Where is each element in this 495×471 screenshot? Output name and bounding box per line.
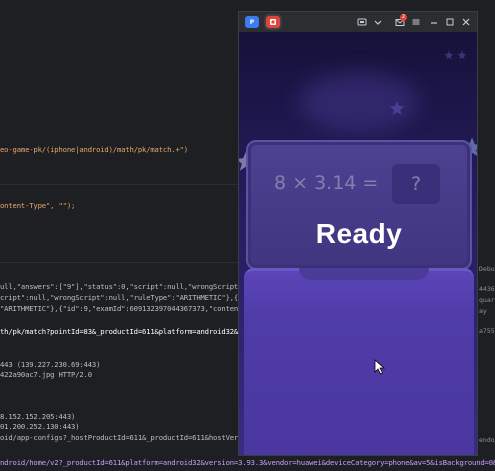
emulator-window: P 2 8 × 3.14 = ? Ready [238,11,478,456]
code-line: th/pk/match?pointId=83&_productId=611&pl… [0,327,243,336]
code-line: oid/app-configs?_hostProductId=611&_prod… [0,433,247,442]
code-line: 422a90ac7.jpg HTTP/2.0 [0,370,92,379]
star-icon [457,50,467,60]
mouse-cursor-icon [374,359,386,375]
minimize-icon[interactable] [427,15,441,29]
window-controls: 2 [353,12,473,32]
code-line: 8.152.152.205:443) [0,412,76,421]
code-line: ontent-Type", ""); [0,201,76,210]
log-snippet: endo [479,436,495,444]
screen-mirror-icon[interactable] [355,15,369,29]
tab-app-icon[interactable]: P [245,16,259,28]
log-snippet: Debug [479,265,495,273]
answer-slot: ? [392,164,440,204]
math-question: 8 × 3.14 = [274,172,379,194]
star-icon [390,101,404,115]
code-line: ull,"answers":["9"],"status":0,"script":… [0,282,243,291]
question-card: 8 × 3.14 = ? [246,140,472,270]
divider [0,262,238,263]
code-line: 443 (139.227.230.69:443) [0,360,101,369]
notification-badge: 2 [400,14,407,21]
chevron-down-icon[interactable] [371,15,385,29]
log-snippet: quar [479,296,495,304]
code-line: cript":null,"wrongScript":null,"ruleType… [0,293,239,302]
answer-panel [244,268,474,455]
ready-status: Ready [315,218,403,249]
panel-notch [299,268,429,280]
close-icon[interactable] [459,15,473,29]
maximize-icon[interactable] [443,15,457,29]
answer-placeholder: ? [410,173,422,195]
code-line: 01.200.252.130:443) [0,422,80,431]
code-line: "ARITHMETIC"},{"id":9,"examId":609132397… [0,304,239,313]
tab-label: P [249,18,255,26]
game-screen[interactable]: 8 × 3.14 = ? Ready [239,32,477,455]
divider [0,184,238,185]
code-line: eo-game-pk/(iphone|android)/math/pk/matc… [0,145,188,154]
game-icon [270,19,276,25]
log-snippet: ay [479,307,487,315]
mail-icon[interactable]: 2 [393,14,407,29]
emulator-titlebar[interactable]: P 2 [239,12,477,32]
log-snippet: a755 [479,327,495,335]
menu-icon[interactable] [409,15,423,29]
code-line: ndroid/home/v2?_productId=611&platform=a… [0,458,495,467]
tab-game-icon[interactable] [266,16,280,28]
star-icon [444,50,454,60]
log-snippet: 4436 [479,285,495,293]
